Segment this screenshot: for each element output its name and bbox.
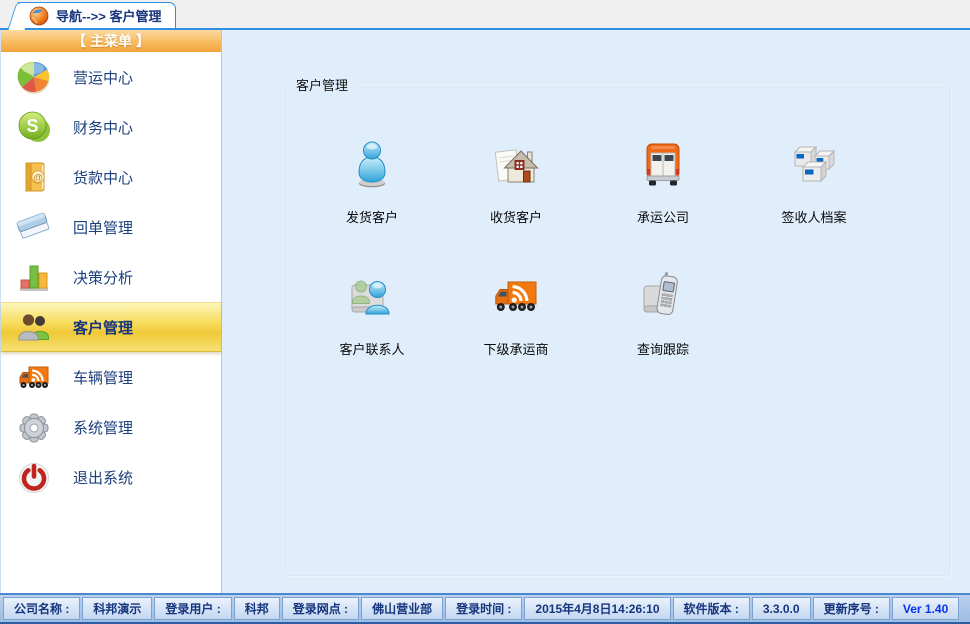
shortcut-sub-carrier[interactable]: 下级承运商 xyxy=(455,272,577,358)
sidebar-item-finance-center[interactable]: S 财务中心 xyxy=(1,102,221,152)
pie-chart-icon xyxy=(16,59,52,95)
svg-text:S: S xyxy=(26,116,38,136)
status-login-time-value: 2015年4月8日14:26:10 xyxy=(524,597,670,620)
address-book-icon: @ xyxy=(16,159,52,195)
shortcut-label: 签收人档案 xyxy=(753,207,875,226)
shortcut-label: 客户联系人 xyxy=(311,339,433,358)
bar-chart-icon xyxy=(16,259,52,295)
shortcut-label: 收货客户 xyxy=(455,207,577,226)
status-version-label: 软件版本 : xyxy=(673,597,750,620)
truck-rss-icon xyxy=(491,272,541,322)
status-branch-label: 登录网点 : xyxy=(282,597,359,620)
status-serial-label: 更新序号 : xyxy=(813,597,890,620)
blue-book-icon xyxy=(16,209,52,245)
nav-tab[interactable]: 导航-->> 客户管理 xyxy=(18,2,176,28)
gear-icon xyxy=(16,409,52,445)
sidebar: 【 主菜单 】 营运中心 xyxy=(0,30,222,593)
sidebar-item-label: 财务中心 xyxy=(73,117,133,138)
shortcut-shipper-customer[interactable]: 发货客户 xyxy=(311,140,433,226)
status-company-label: 公司名称 : xyxy=(3,597,80,620)
mobile-phone-icon xyxy=(638,272,688,322)
sidebar-item-vehicle-management[interactable]: 车辆管理 xyxy=(1,352,221,402)
status-company-value: 科邦演示 xyxy=(82,597,152,620)
sidebar-item-label: 系统管理 xyxy=(73,417,133,438)
shortcut-customer-contact[interactable]: 客户联系人 xyxy=(311,272,433,358)
sidebar-item-receipt-management[interactable]: 回单管理 xyxy=(1,202,221,252)
delivery-van-icon xyxy=(638,140,688,190)
parcel-boxes-icon xyxy=(789,140,839,190)
sidebar-item-label: 货款中心 xyxy=(73,167,133,188)
contact-folder-icon xyxy=(347,272,397,322)
status-version-value: 3.3.0.0 xyxy=(752,597,811,620)
sidebar-item-payment-center[interactable]: @ 货款中心 xyxy=(1,152,221,202)
shortcut-signee-archive[interactable]: 签收人档案 xyxy=(753,140,875,226)
sidebar-item-label: 决策分析 xyxy=(73,267,133,288)
status-user-value: 科邦 xyxy=(234,597,280,620)
sidebar-item-system-management[interactable]: 系统管理 xyxy=(1,402,221,452)
status-serial-value: Ver 1.40 xyxy=(892,597,959,620)
house-icon xyxy=(491,140,541,190)
groupbox-title: 客户管理 xyxy=(291,77,353,94)
status-login-time-label: 登录时间 : xyxy=(445,597,522,620)
person-icon xyxy=(347,140,397,190)
shortcut-label: 查询跟踪 xyxy=(602,339,724,358)
shortcut-label: 承运公司 xyxy=(602,207,724,226)
main-panel: 客户管理 发货客户 xyxy=(222,30,970,593)
globe-icon xyxy=(29,6,49,26)
sidebar-item-label: 客户管理 xyxy=(73,317,133,338)
s-badge-icon: S xyxy=(16,109,52,145)
sidebar-item-label: 退出系统 xyxy=(73,467,133,488)
sidebar-item-label: 车辆管理 xyxy=(73,367,133,388)
people-icon xyxy=(16,309,52,345)
power-icon xyxy=(16,459,52,495)
shortcut-label: 下级承运商 xyxy=(455,339,577,358)
sidebar-item-operations-center[interactable]: 营运中心 xyxy=(1,52,221,102)
sidebar-item-exit-system[interactable]: 退出系统 xyxy=(1,452,221,502)
sidebar-item-decision-analysis[interactable]: 决策分析 xyxy=(1,252,221,302)
statusbar: 公司名称 : 科邦演示 登录用户 : 科邦 登录网点 : 佛山营业部 登录时间 … xyxy=(0,593,970,624)
tab-title: 导航-->> 客户管理 xyxy=(56,6,161,25)
sidebar-item-customer-management[interactable]: 客户管理 xyxy=(1,302,221,352)
sidebar-item-label: 营运中心 xyxy=(73,67,133,88)
sidebar-item-label: 回单管理 xyxy=(73,217,133,238)
customer-management-groupbox: 客户管理 发货客户 xyxy=(283,85,952,577)
status-user-label: 登录用户 : xyxy=(154,597,231,620)
status-branch-value: 佛山营业部 xyxy=(361,597,443,620)
shortcut-consignee-customer[interactable]: 收货客户 xyxy=(455,140,577,226)
main-menu-header: 【 主菜单 】 xyxy=(1,30,221,52)
svg-text:@: @ xyxy=(33,173,43,184)
tab-bar: 导航-->> 客户管理 xyxy=(0,0,970,30)
truck-rss-icon xyxy=(16,359,52,395)
shortcut-query-tracking[interactable]: 查询跟踪 xyxy=(602,272,724,358)
shortcut-label: 发货客户 xyxy=(311,207,433,226)
shortcut-carrier-company[interactable]: 承运公司 xyxy=(602,140,724,226)
